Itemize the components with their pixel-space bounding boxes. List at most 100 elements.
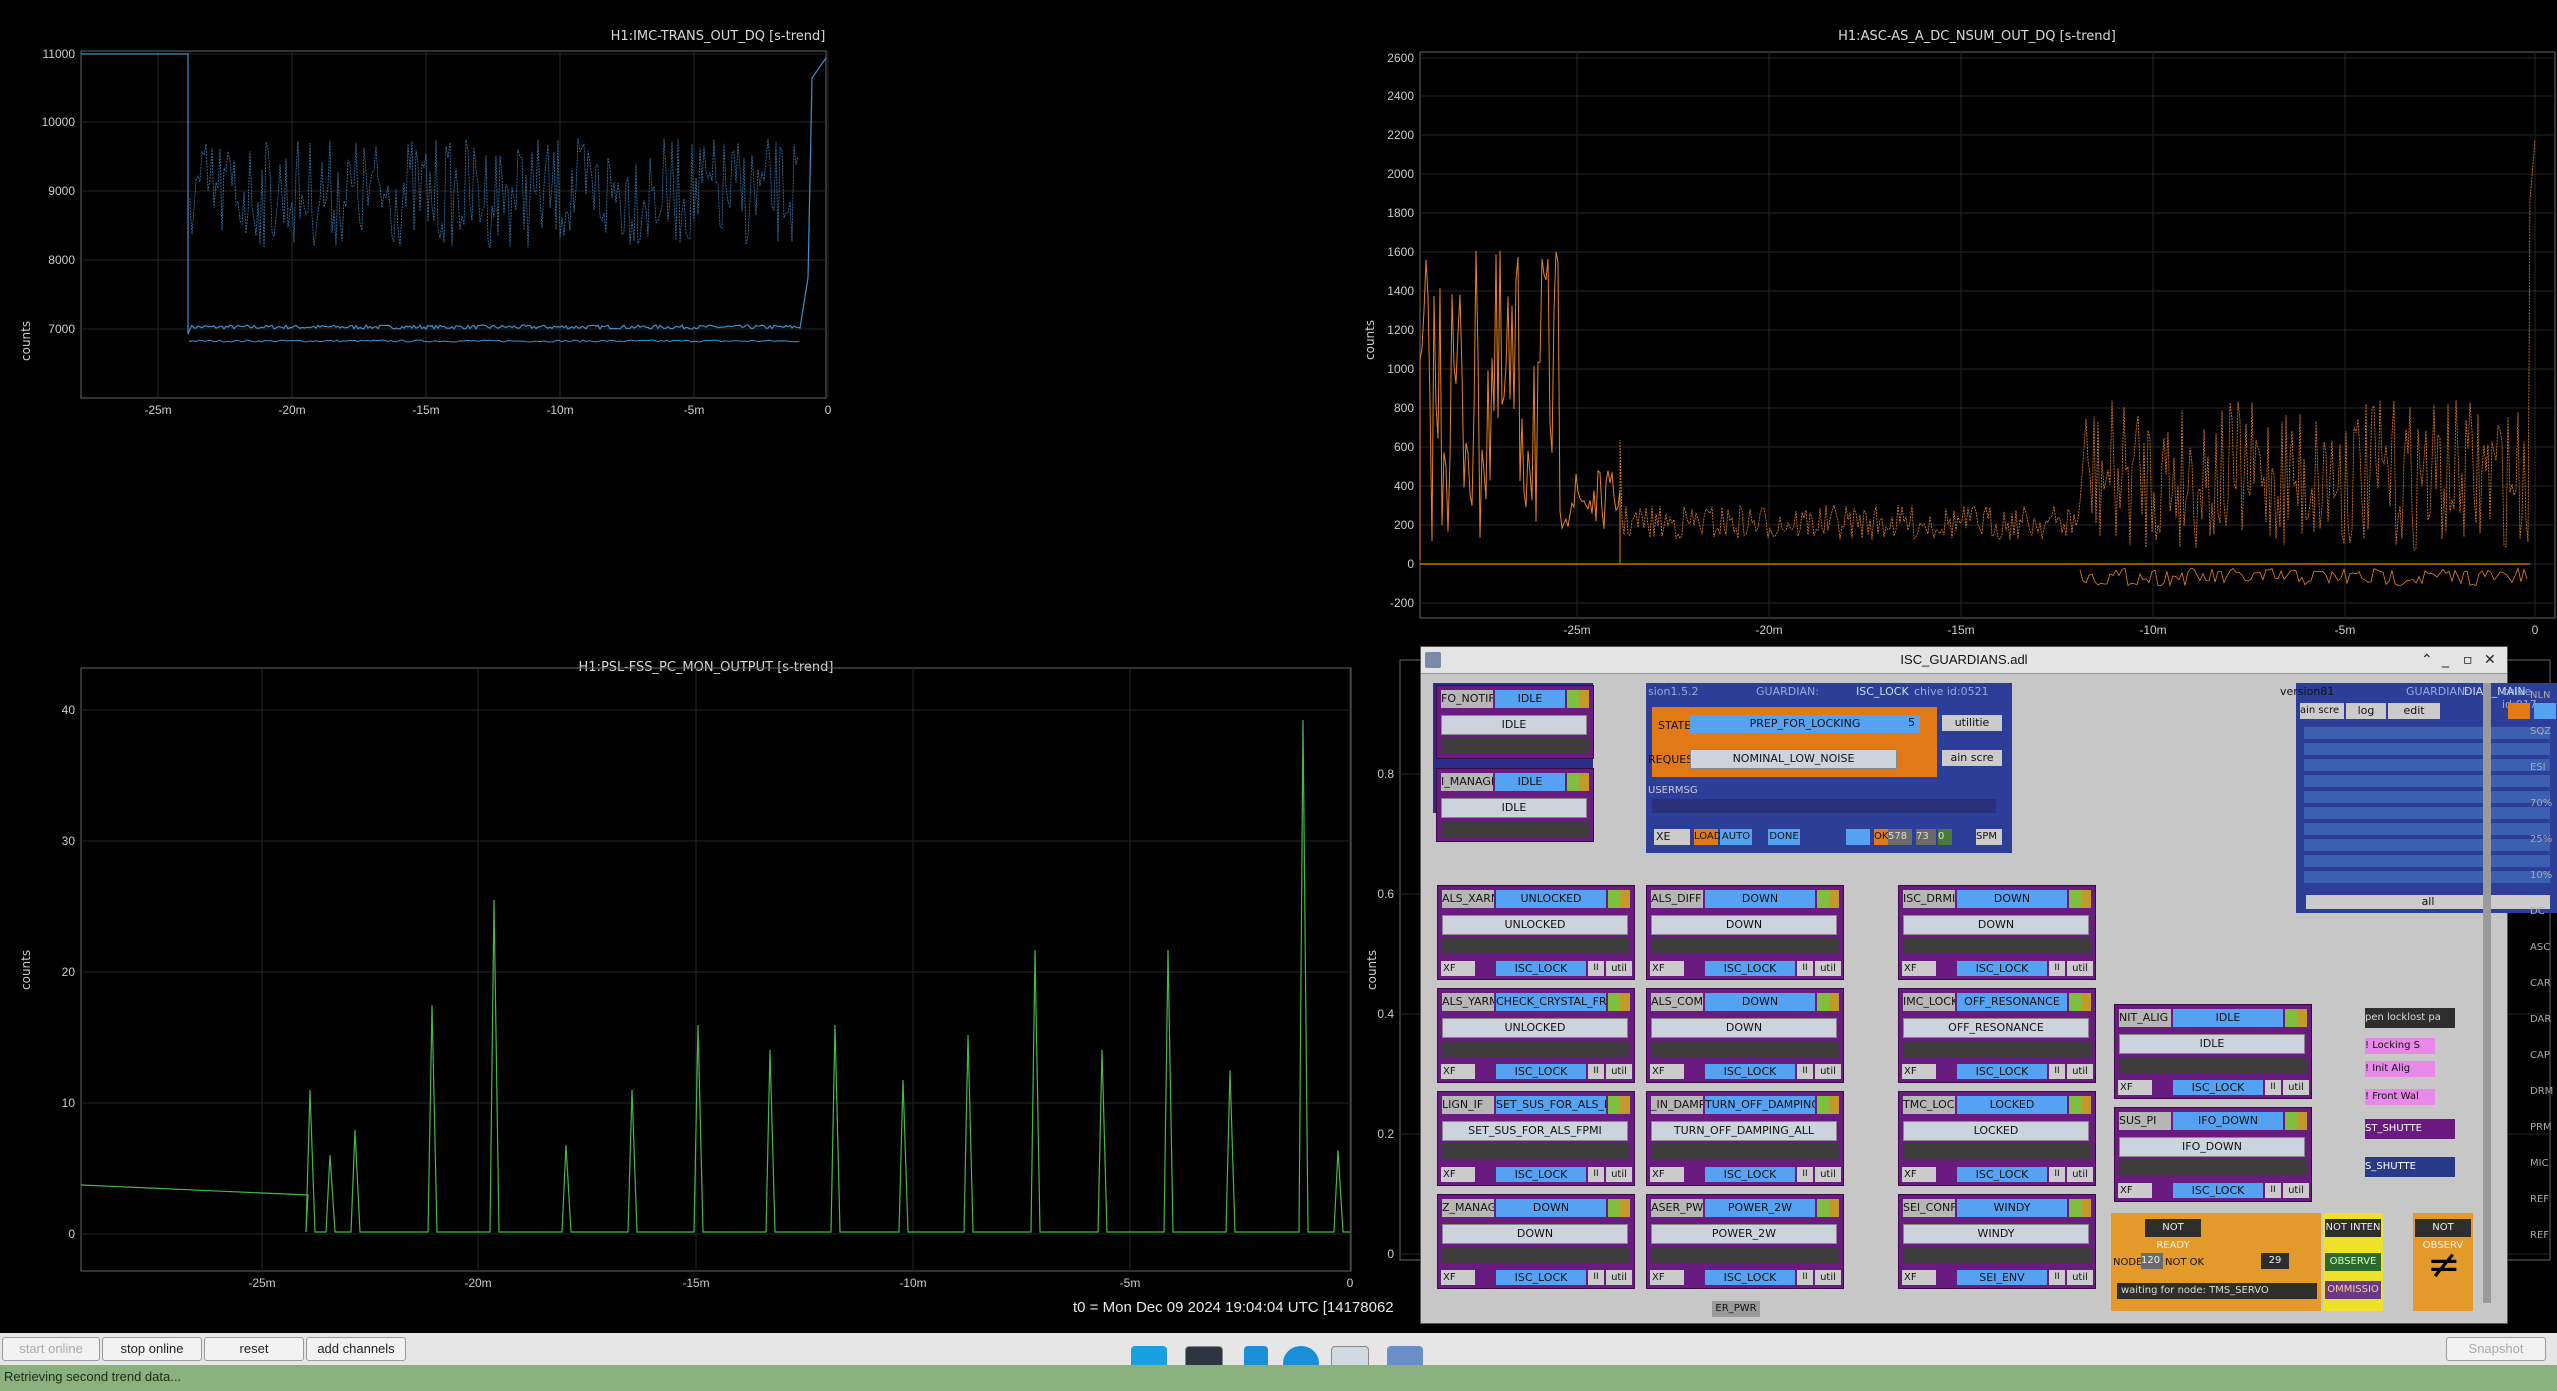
node-xf-button[interactable]: XF — [1441, 1064, 1475, 1079]
node-util-button[interactable]: util — [1815, 1064, 1841, 1079]
plot-imc-trans[interactable]: H1:IMC-TRANS_OUT_DQ [s-trend] counts 110… — [0, 18, 840, 648]
node-label[interactable]: NIT_ALIG — [2119, 1009, 2171, 1027]
node-label[interactable]: _IN_DAMP — [1651, 1096, 1703, 1114]
top-node[interactable]: FO_NOTIF IDLE IDLE — [1436, 685, 1594, 759]
node-xf-button[interactable]: XF — [1650, 1167, 1684, 1182]
window-close-icon[interactable]: ✕ — [2484, 651, 2496, 669]
node-xf-button[interactable]: XF — [1441, 961, 1475, 976]
node-xf-button[interactable]: XF — [2118, 1080, 2152, 1095]
xe-button[interactable]: XE — [1654, 829, 1690, 845]
node-ii-button[interactable]: II — [2049, 1270, 2065, 1285]
node-ii-button[interactable]: II — [2049, 961, 2065, 976]
node-util-button[interactable]: util — [2067, 1270, 2093, 1285]
guardian-node[interactable]: Z_MANAGEDOWNDOWNXFISC_LOCKIIutil — [1437, 1194, 1635, 1289]
guardian-node[interactable]: _IN_DAMPTURN_OFF_DAMPING_AL TURN_OFF_DAMP… — [1646, 1091, 1844, 1186]
isc-guardians-window[interactable]: ISC_GUARDIANS.adl ⌃ _ ▫ ✕ sion1.5.2 GUAR… — [1420, 646, 2557, 1324]
commission-button[interactable]: OMMISSIO — [2325, 1281, 2381, 1299]
node-request-select[interactable]: DOWN — [1903, 915, 2089, 935]
node-label[interactable]: IMC_LOCK — [1903, 993, 1955, 1011]
node-xf-button[interactable]: XF — [1902, 1270, 1936, 1285]
node-request-select[interactable]: POWER_2W — [1651, 1224, 1837, 1244]
node-util-button[interactable]: util — [2067, 1167, 2093, 1182]
add-channels-button[interactable]: add channels — [306, 1337, 406, 1361]
node-request-select[interactable]: IDLE — [2119, 1034, 2305, 1054]
node-label[interactable]: ALS_COMM — [1651, 993, 1703, 1011]
diag-load-button[interactable] — [2508, 703, 2530, 719]
node-ii-button[interactable]: II — [2049, 1064, 2065, 1079]
load-button[interactable]: LOAD — [1694, 829, 1721, 845]
node-label[interactable]: ALS_DIFF — [1651, 890, 1703, 908]
node-request-select[interactable]: DOWN — [1651, 1018, 1837, 1038]
node-request-select[interactable]: IDLE — [1441, 715, 1587, 735]
node-request-select[interactable]: IDLE — [1441, 798, 1587, 818]
node-util-button[interactable]: util — [2283, 1183, 2309, 1198]
node-util-button[interactable]: util — [1606, 1167, 1632, 1182]
node-xf-button[interactable]: XF — [1441, 1270, 1475, 1285]
node-xf-button[interactable]: XF — [1902, 1064, 1936, 1079]
window-shade-icon[interactable]: ⌃ — [2421, 651, 2433, 669]
node-ii-button[interactable]: II — [1588, 1064, 1604, 1079]
node-xf-button[interactable]: XF — [1650, 1064, 1684, 1079]
top-node[interactable]: I_MANAGE IDLE IDLE — [1436, 768, 1594, 842]
node-util-button[interactable]: util — [2283, 1080, 2309, 1095]
node-label[interactable]: I_MANAGE — [1441, 773, 1493, 791]
main-screen-button[interactable]: ain scre — [1942, 750, 2002, 766]
all-button[interactable]: all — [2306, 895, 2550, 909]
guardian-node[interactable]: LIGN_IFSET_SUS_FOR_ALS_FPM SET_SUS_FOR_AL… — [1437, 1091, 1635, 1186]
shutter-2-indicator[interactable]: S_SHUTTE — [2365, 1157, 2455, 1177]
spm-button[interactable]: SPM — [1976, 829, 2002, 845]
window-menu-icon[interactable] — [1425, 652, 1441, 668]
node-label[interactable]: SEI_CONF — [1903, 1199, 1955, 1217]
node-util-button[interactable]: util — [1815, 1270, 1841, 1285]
node-request-select[interactable]: UNLOCKED — [1442, 915, 1628, 935]
start-online-button[interactable]: start online — [2, 1337, 100, 1361]
node-xf-button[interactable]: XF — [1650, 961, 1684, 976]
node-ii-button[interactable]: II — [1588, 1167, 1604, 1182]
node-label[interactable]: ALS_XARM — [1442, 890, 1494, 908]
guardian-node[interactable]: ALS_COMMDOWNDOWNXFISC_LOCKIIutil — [1646, 988, 1844, 1083]
guardian-node[interactable]: ALS_XARMUNLOCKEDUNLOCKEDXFISC_LOCKIIutil — [1437, 885, 1635, 980]
node-ii-button[interactable]: II — [1797, 1270, 1813, 1285]
node-ii-button[interactable]: II — [1797, 1167, 1813, 1182]
guardian-node[interactable]: ALS_YARMCHECK_CRYSTAL_FREQ UNLOCKED XF ISC_… — [1437, 988, 1635, 1083]
node-xf-button[interactable]: XF — [1902, 1167, 1936, 1182]
node-label[interactable]: ISC_DRMI — [1903, 890, 1955, 908]
node-request-select[interactable]: UNLOCKED — [1442, 1018, 1628, 1038]
node-label[interactable]: LIGN_IF — [1442, 1096, 1494, 1114]
node-label[interactable]: Z_MANAGE — [1442, 1199, 1494, 1217]
node-util-button[interactable]: util — [2067, 961, 2093, 976]
node-ii-button[interactable]: II — [1797, 961, 1813, 976]
node-ii-button[interactable]: II — [2265, 1080, 2281, 1095]
log-button[interactable]: log — [2346, 703, 2386, 719]
guardian-node[interactable]: ISC_DRMI DOWN DOWN XF ISC_LOCK II util — [1898, 885, 2096, 980]
node-request-select[interactable]: SET_SUS_FOR_ALS_FPMI — [1442, 1121, 1628, 1141]
locking-button[interactable]: ! Locking S — [2365, 1038, 2435, 1054]
node-xf-button[interactable]: XF — [2118, 1183, 2152, 1198]
node-util-button[interactable]: util — [1606, 961, 1632, 976]
snapshot-button[interactable]: Snapshot — [2446, 1337, 2546, 1361]
guardian-node[interactable]: SUS_PI IFO_DOWN IFO_DOWN XF ISC_LOCK II util — [2114, 1107, 2312, 1202]
guardian-node[interactable]: ALS_DIFF DOWN DOWN XF ISC_LOCK II util — [1646, 885, 1844, 980]
node-xf-button[interactable]: XF — [1650, 1270, 1684, 1285]
node-util-button[interactable]: util — [2067, 1064, 2093, 1079]
init-align-button[interactable]: ! Init Alig — [2365, 1061, 2435, 1077]
node-request-select[interactable]: IFO_DOWN — [2119, 1137, 2305, 1157]
guardian-node[interactable]: ASER_PWRPOWER_2WPOWER_2WXFISC_LOCKIIutil — [1646, 1194, 1844, 1289]
node-util-button[interactable]: util — [1606, 1064, 1632, 1079]
shutter-1-indicator[interactable]: ST_SHUTTE — [2365, 1119, 2455, 1139]
request-select[interactable]: NOMINAL_LOW_NOISE — [1690, 749, 1897, 769]
guardian-node[interactable]: TMC_LOCKLOCKEDLOCKEDXFISC_LOCKIIutil — [1898, 1091, 2096, 1186]
node-xf-button[interactable]: XF — [1902, 961, 1936, 976]
window-maximize-icon[interactable]: ▫ — [2463, 651, 2473, 669]
main-screen-button[interactable]: ain scre — [2300, 703, 2344, 719]
scroll-strip[interactable] — [2483, 683, 2491, 1303]
node-request-select[interactable]: LOCKED — [1903, 1121, 2089, 1141]
node-ii-button[interactable]: II — [1797, 1064, 1813, 1079]
reset-button[interactable]: reset — [204, 1337, 304, 1361]
plot-psl-fss[interactable]: H1:PSL-FSS_PC_MON_OUTPUT [s-trend] count… — [0, 650, 1380, 1310]
node-ii-button[interactable]: II — [2265, 1183, 2281, 1198]
plot-canvas[interactable]: 11000 10000 9000 8000 7000 -25m -20m -15m -10m -5… — [0, 18, 840, 648]
open-locklost-button[interactable]: pen locklost pa — [2365, 1008, 2455, 1028]
node-label[interactable]: ASER_PWR — [1651, 1199, 1703, 1217]
stop-online-button[interactable]: stop online — [102, 1337, 202, 1361]
